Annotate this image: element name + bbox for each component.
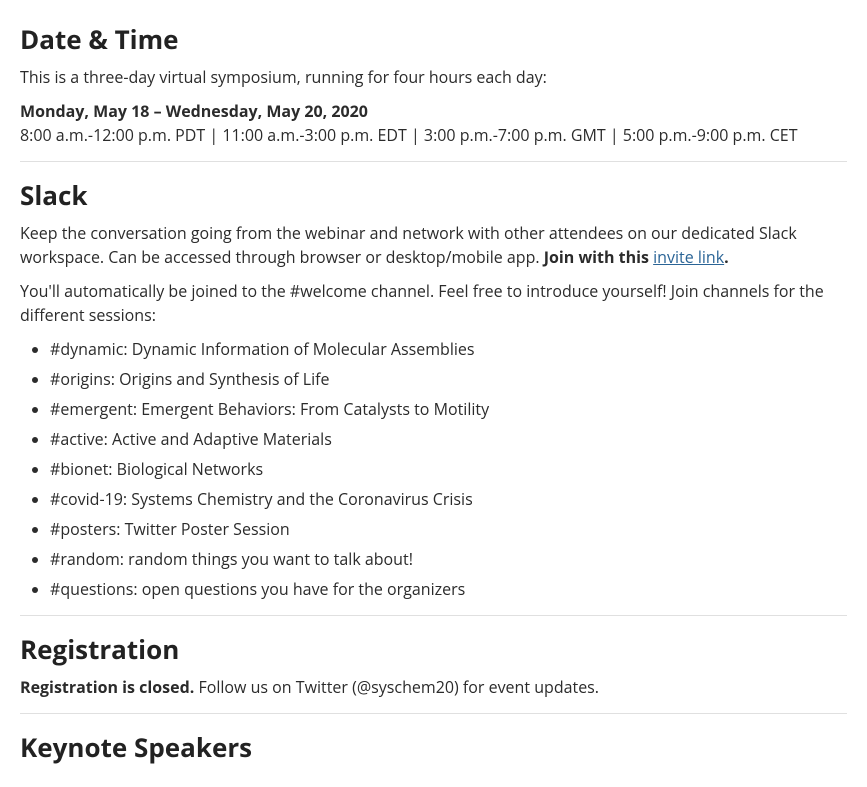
slack-channels-intro: You'll automatically be joined to the #w… — [20, 279, 847, 327]
slack-intro: Keep the conversation going from the web… — [20, 221, 847, 269]
divider — [20, 615, 847, 616]
keynote-section: Keynote Speakers — [20, 728, 847, 767]
slack-channel-list: #dynamic: Dynamic Information of Molecul… — [20, 337, 847, 601]
list-item: #random: random things you want to talk … — [50, 547, 847, 571]
slack-section: Slack Keep the conversation going from t… — [20, 176, 847, 601]
date-range: Monday, May 18 – Wednesday, May 20, 2020 — [20, 100, 368, 122]
registration-heading: Registration — [20, 630, 847, 669]
time-ranges: 8:00 a.m.-12:00 p.m. PDT | 11:00 a.m.-3:… — [20, 124, 798, 146]
slack-invite-link[interactable]: invite link — [653, 246, 724, 268]
date-time-intro: This is a three-day virtual symposium, r… — [20, 65, 847, 89]
list-item: #bionet: Biological Networks — [50, 457, 847, 481]
slack-period: . — [724, 246, 729, 268]
list-item: #covid-19: Systems Chemistry and the Cor… — [50, 487, 847, 511]
keynote-heading: Keynote Speakers — [20, 728, 847, 767]
registration-closed: Registration is closed. — [20, 676, 194, 698]
list-item: #questions: open questions you have for … — [50, 577, 847, 601]
list-item: #origins: Origins and Synthesis of Life — [50, 367, 847, 391]
slack-join-prefix: Join with this — [544, 246, 653, 268]
registration-section: Registration Registration is closed. Fol… — [20, 630, 847, 699]
slack-heading: Slack — [20, 176, 847, 215]
registration-follow: Follow us on Twitter (@syschem20) for ev… — [194, 676, 599, 698]
date-time-details: Monday, May 18 – Wednesday, May 20, 2020… — [20, 99, 847, 147]
list-item: #active: Active and Adaptive Materials — [50, 427, 847, 451]
divider — [20, 713, 847, 714]
list-item: #posters: Twitter Poster Session — [50, 517, 847, 541]
date-time-heading: Date & Time — [20, 20, 847, 59]
date-time-section: Date & Time This is a three-day virtual … — [20, 20, 847, 147]
divider — [20, 161, 847, 162]
registration-status: Registration is closed. Follow us on Twi… — [20, 675, 847, 699]
list-item: #emergent: Emergent Behaviors: From Cata… — [50, 397, 847, 421]
list-item: #dynamic: Dynamic Information of Molecul… — [50, 337, 847, 361]
